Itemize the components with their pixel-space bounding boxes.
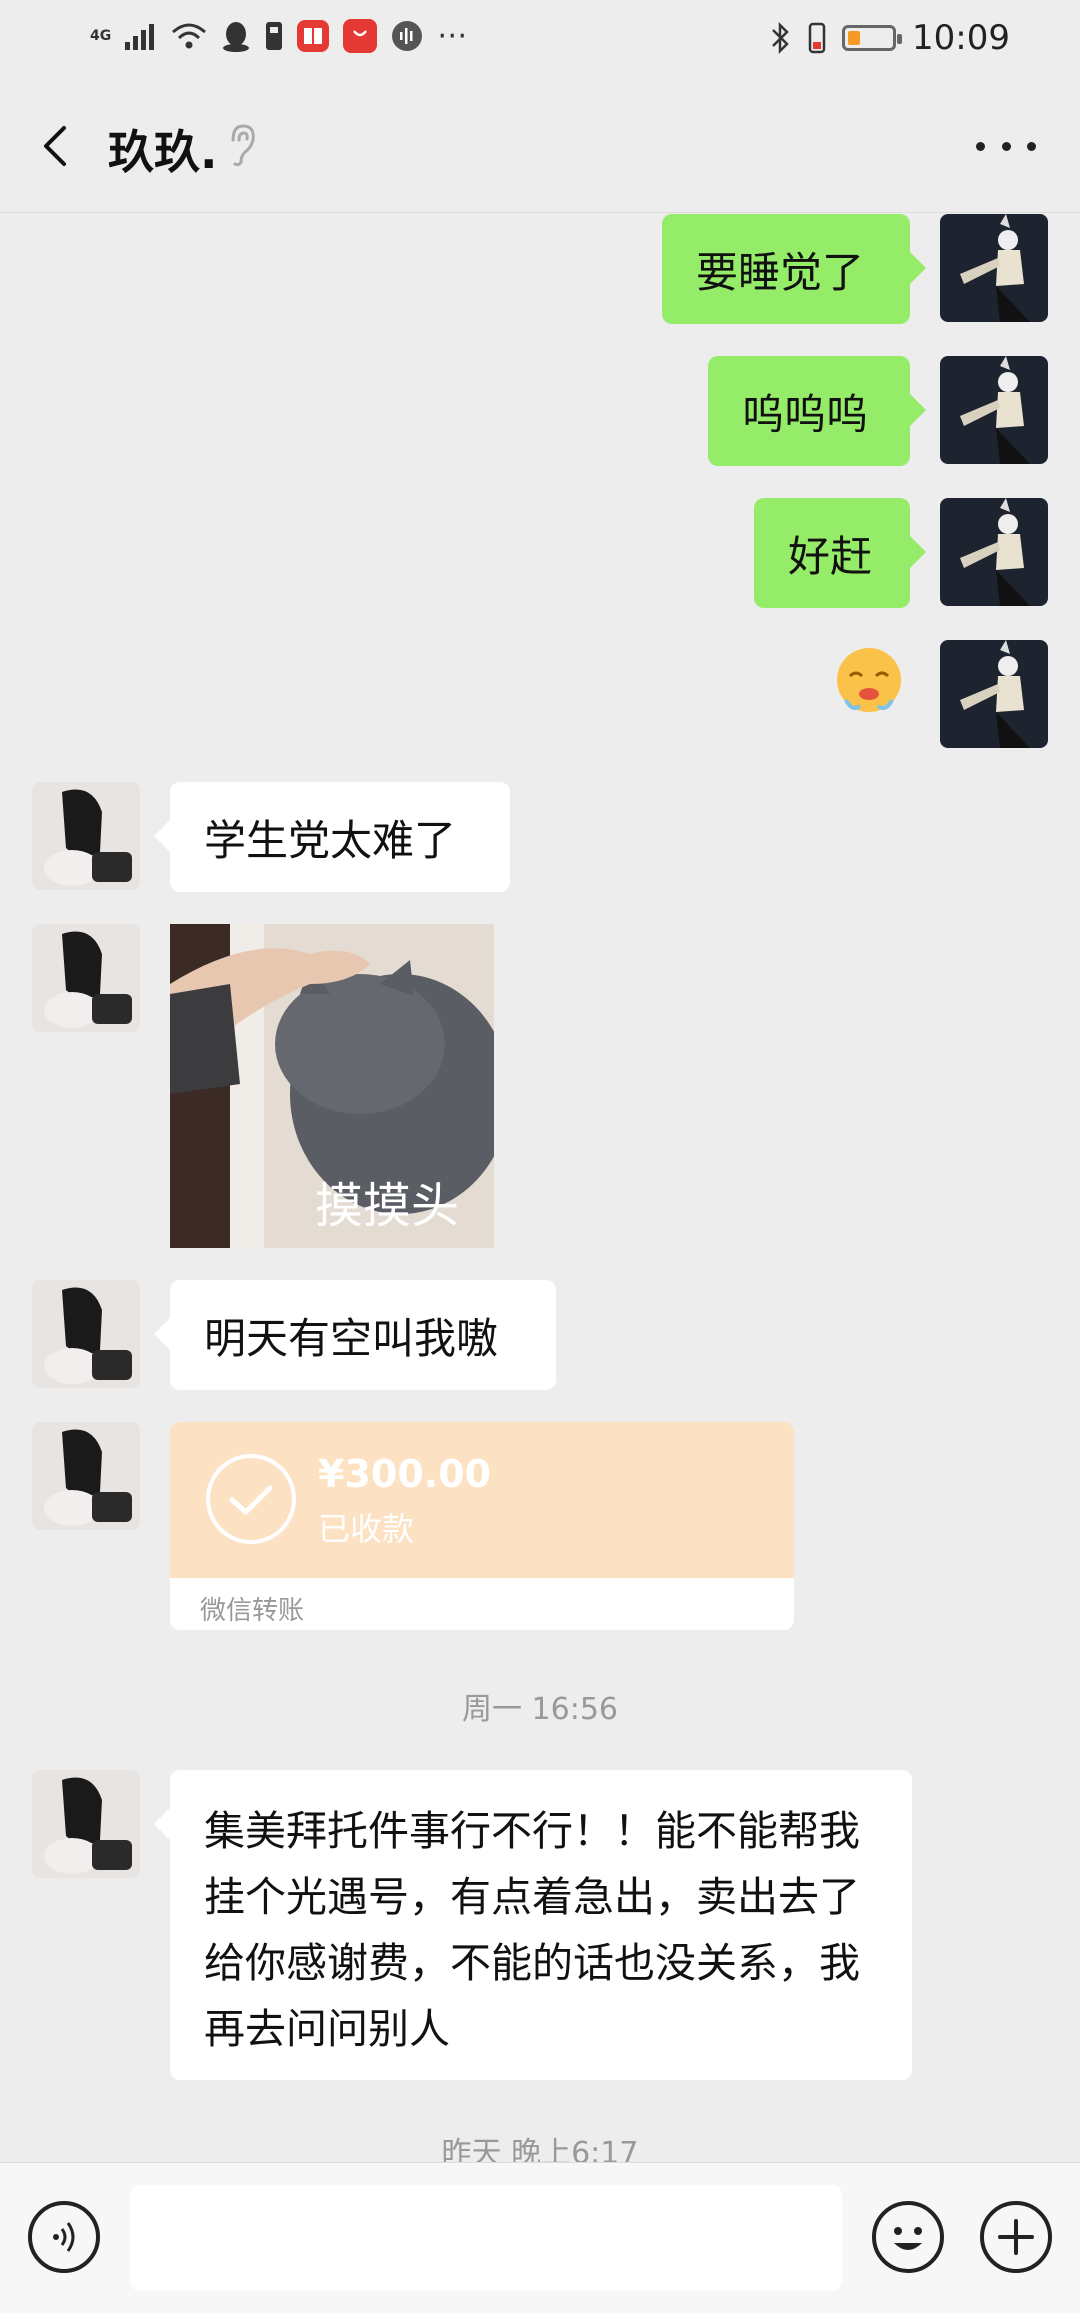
status-bar: 4G ⋯ 10:09	[0, 0, 1080, 80]
contact-avatar[interactable]	[32, 1770, 140, 1878]
message-text: 学生党太难了	[204, 815, 457, 865]
timestamp: 周一 16:56	[462, 1692, 618, 1727]
huawei-store-icon	[343, 18, 378, 53]
message-text: 要睡觉了	[696, 247, 865, 297]
signal-icon	[125, 23, 155, 50]
transfer-status: 已收款	[318, 1510, 415, 1548]
sticker-caption: 摸摸头	[315, 1178, 459, 1234]
message-text: 明天有空叫我嗷	[204, 1313, 499, 1363]
bluetooth-icon	[772, 21, 789, 55]
network-label: 4G	[90, 27, 112, 44]
status-icons: 4G ⋯	[90, 18, 467, 53]
sim-icon	[266, 21, 283, 50]
message-bubble-received[interactable]: 学生党太难了	[154, 782, 510, 892]
voice-app-icon	[392, 20, 423, 51]
received-check-icon	[206, 1454, 296, 1544]
wifi-icon	[172, 23, 207, 48]
crying-emoji-sticker[interactable]	[828, 640, 910, 722]
contact-avatar[interactable]	[32, 1422, 140, 1530]
my-avatar[interactable]	[940, 214, 1048, 322]
message-bubble-sent[interactable]: 要睡觉了	[662, 214, 926, 324]
more-options-button[interactable]	[976, 124, 1036, 168]
more-functions-button[interactable]	[980, 2201, 1052, 2273]
voice-input-button[interactable]	[28, 2201, 100, 2273]
message-bubble-received[interactable]: 明天有空叫我嗷	[154, 1280, 556, 1390]
input-bar	[0, 2162, 1080, 2313]
cat-sticker-image[interactable]: 摸摸头	[170, 924, 494, 1248]
contact-avatar[interactable]	[32, 782, 140, 890]
status-right: 10:09	[770, 18, 1010, 58]
clock: 10:09	[912, 18, 1010, 58]
message-bubble-sent[interactable]: 好赶	[754, 498, 926, 608]
message-input[interactable]	[130, 2185, 842, 2291]
message-text: 呜呜呜	[742, 389, 869, 439]
back-icon[interactable]	[30, 120, 82, 172]
chat-title: 玖玖.	[108, 125, 218, 179]
message-text: 集美拜托件事行不行！！能不能帮我挂个光遇号，有点着急出，卖出去了给你感谢费，不能…	[204, 1807, 860, 2053]
my-avatar[interactable]	[940, 498, 1048, 606]
message-text: 好赶	[788, 531, 873, 581]
book-app-icon	[297, 19, 330, 52]
ear-mode-icon	[231, 124, 255, 167]
qq-icon	[223, 21, 250, 52]
chat-header: 玖玖.	[0, 80, 1080, 213]
wechat-transfer-card[interactable]: ¥300.00 已收款 微信转账	[170, 1422, 794, 1630]
my-avatar[interactable]	[940, 640, 1048, 748]
transfer-label: 微信转账	[200, 1596, 305, 1626]
my-avatar[interactable]	[940, 356, 1048, 464]
contact-avatar[interactable]	[32, 924, 140, 1032]
more-notifications-icon: ⋯	[437, 18, 468, 53]
message-bubble-sent[interactable]: 呜呜呜	[708, 356, 926, 466]
phone-battery-alert-icon	[808, 22, 826, 54]
battery-icon	[842, 25, 903, 51]
transfer-amount: ¥300.00	[318, 1452, 492, 1496]
emoji-button[interactable]	[872, 2201, 944, 2273]
contact-avatar[interactable]	[32, 1280, 140, 1388]
message-bubble-received[interactable]: 集美拜托件事行不行！！能不能帮我挂个光遇号，有点着急出，卖出去了给你感谢费，不能…	[154, 1770, 912, 2080]
